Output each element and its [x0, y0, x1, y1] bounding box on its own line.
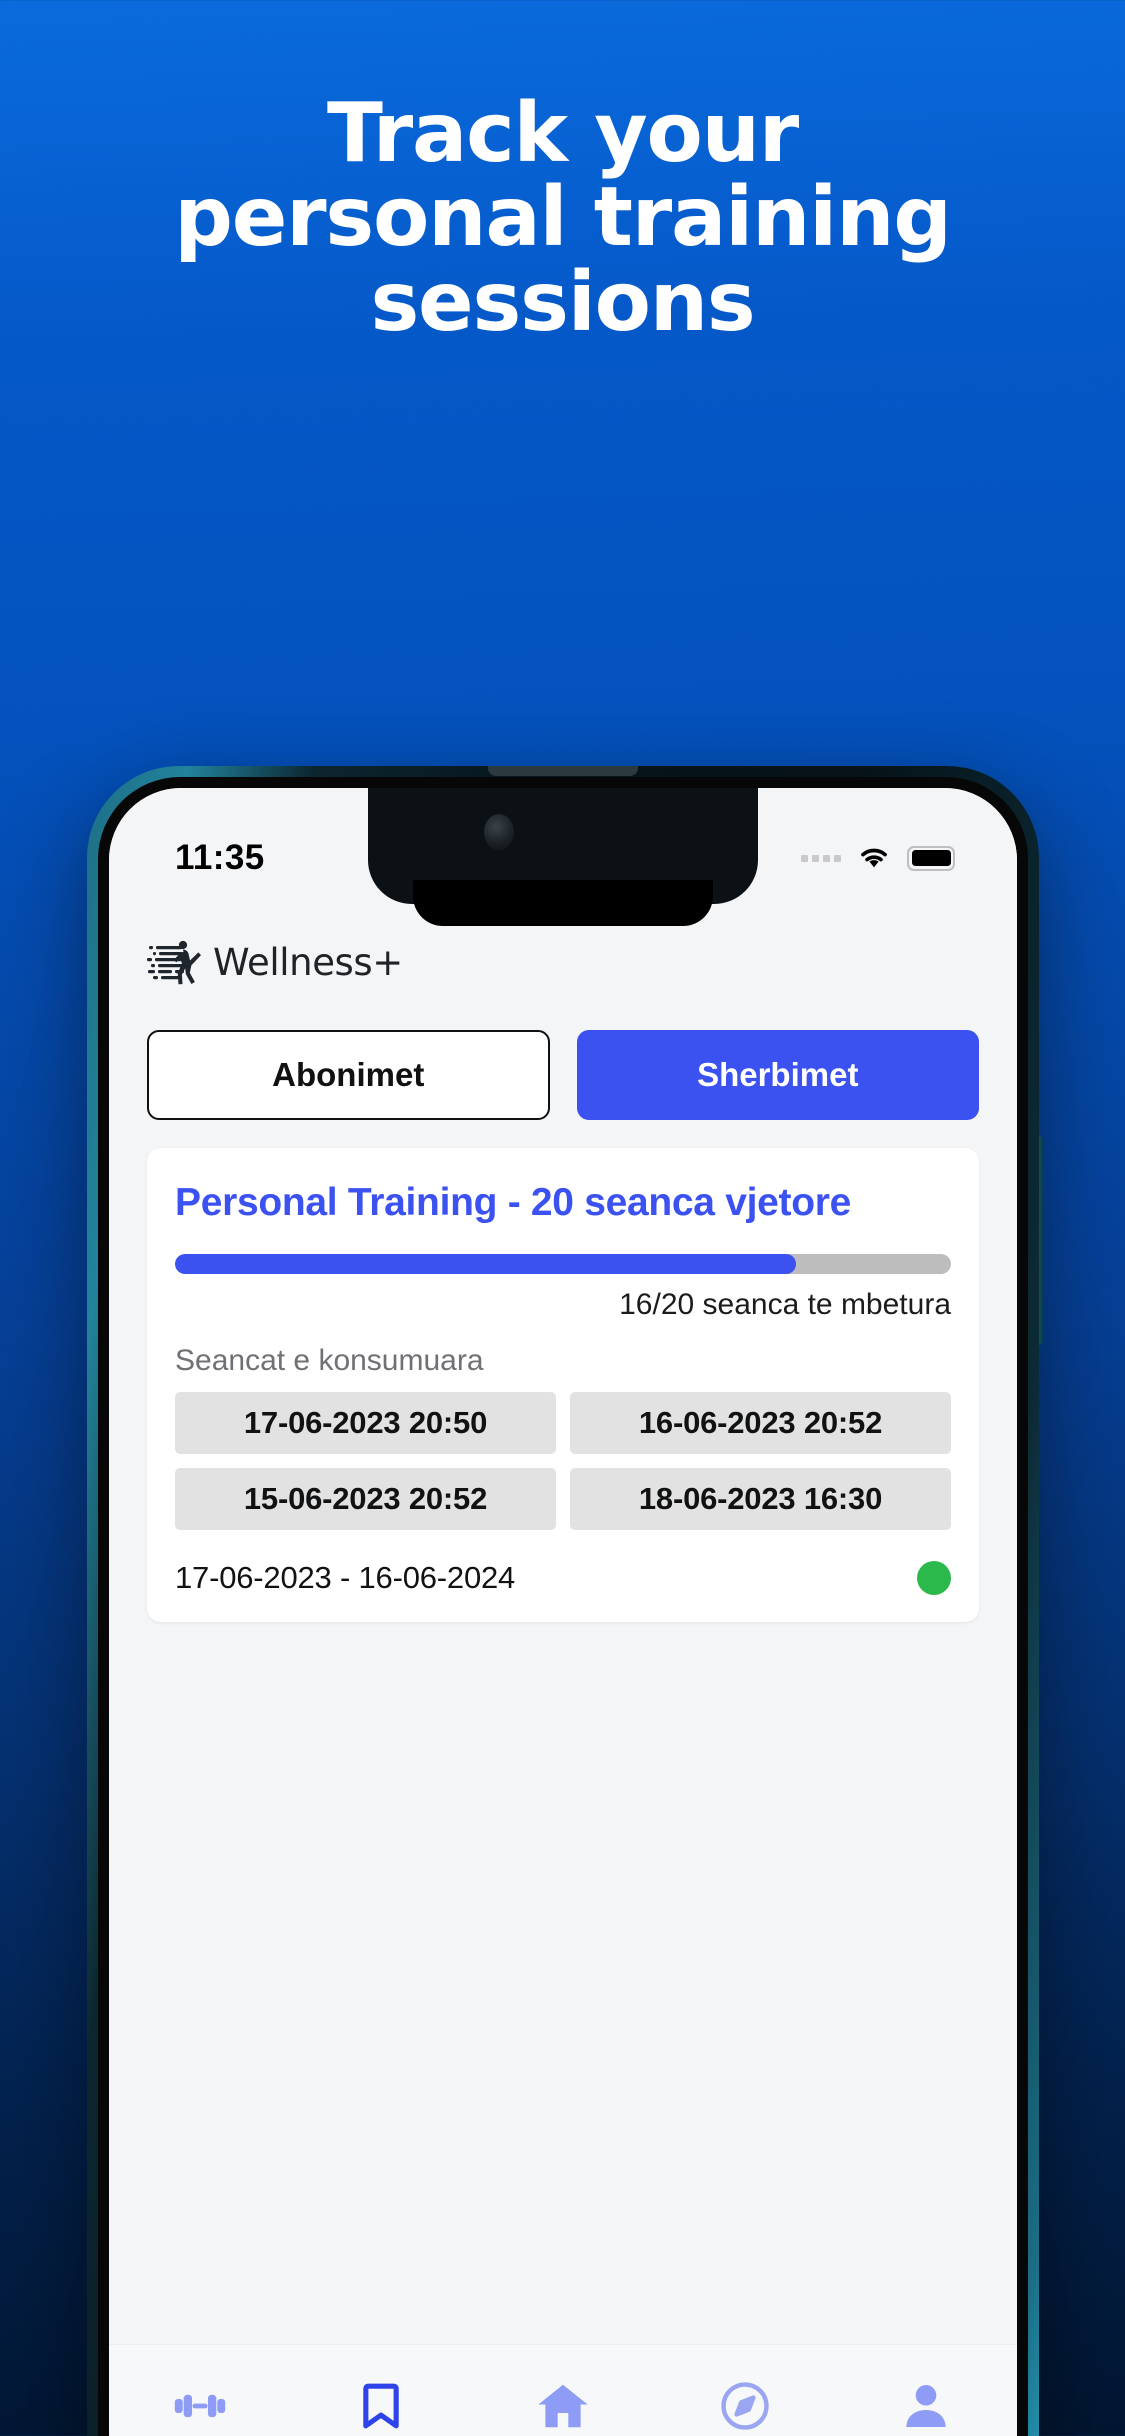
list-item: 15-06-2023 20:52 — [175, 1467, 556, 1530]
status-time: 11:35 — [175, 838, 265, 877]
subscription-card[interactable]: Personal Training - 20 seanca vjetore 16… — [147, 1148, 979, 1622]
progress-section: 16/20 seanca te mbetura — [175, 1253, 951, 1322]
card-footer: 17-06-2023 - 16-06-2024 — [175, 1560, 951, 1596]
status-bar: 11:35 — [109, 788, 1017, 906]
phone-screen: 11:35 Wellness+ Abonimet Sherbimet Perso… — [109, 788, 1017, 2436]
bookmark-icon — [353, 2378, 409, 2434]
nav-item-workouts[interactable] — [145, 2367, 255, 2436]
person-icon — [898, 2378, 954, 2434]
app-logo: Wellness+ — [147, 934, 403, 990]
status-badge — [917, 1560, 951, 1595]
headline-line-1: Track your — [327, 86, 799, 181]
nav-item-saved[interactable] — [326, 2367, 436, 2436]
status-indicators — [801, 845, 955, 871]
app-logo-text: Wellness+ — [213, 940, 403, 984]
validity-date-range: 17-06-2023 - 16-06-2024 — [175, 1559, 516, 1595]
progress-bar — [175, 1253, 951, 1274]
list-item: 18-06-2023 16:30 — [570, 1467, 951, 1530]
battery-icon — [907, 845, 955, 871]
phone-speaker — [487, 766, 638, 776]
compass-icon — [717, 2378, 773, 2434]
card-title: Personal Training - 20 seanca vjetore — [175, 1181, 852, 1224]
nav-item-home[interactable] — [508, 2367, 618, 2436]
app-content: Wellness+ Abonimet Sherbimet Personal Tr… — [109, 788, 1017, 2436]
sessions-list: 17-06-2023 20:50 16-06-2023 20:52 15-06-… — [175, 1391, 951, 1530]
wellness-jumping-figure-icon — [147, 934, 211, 990]
home-icon — [534, 2377, 592, 2435]
list-item: 16-06-2023 20:52 — [570, 1391, 951, 1454]
signal-dots-icon — [801, 854, 841, 862]
page-title: Track your personal training sessions — [0, 86, 1125, 350]
progress-label: 16/20 seanca te mbetura — [619, 1287, 951, 1321]
phone-mockup: 11:35 Wellness+ Abonimet Sherbimet Perso… — [87, 766, 1039, 2436]
bottom-navigation — [109, 2344, 1017, 2436]
sessions-section-label: Seancat e konsumuara — [175, 1343, 484, 1377]
nav-item-profile[interactable] — [871, 2367, 981, 2436]
tab-abonimet[interactable]: Abonimet — [147, 1030, 550, 1120]
headline-line-2: personal training — [174, 170, 952, 266]
progress-bar-fill — [175, 1253, 796, 1274]
wifi-icon — [857, 845, 891, 871]
headline-line-3: sessions — [370, 254, 755, 350]
list-item: 17-06-2023 20:50 — [175, 1391, 556, 1454]
phone-bezel: 11:35 Wellness+ Abonimet Sherbimet Perso… — [98, 777, 1028, 2436]
nav-item-explore[interactable] — [690, 2367, 800, 2436]
tab-bar: Abonimet Sherbimet — [109, 996, 1017, 1120]
dumbbell-icon — [172, 2378, 228, 2434]
tab-sherbimet[interactable]: Sherbimet — [576, 1030, 979, 1120]
